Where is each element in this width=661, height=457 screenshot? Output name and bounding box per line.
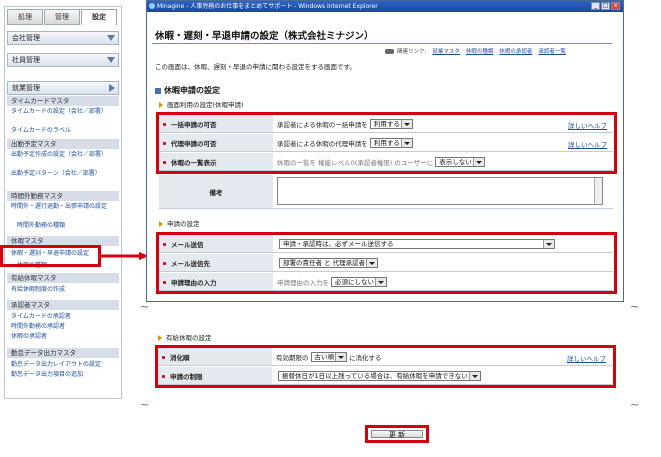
break-mark: ~ — [630, 398, 640, 411]
nav-section-paid-leave: 有給休暇マスタ — [7, 273, 119, 283]
subhead-usage: 画面利用の設定(休暇申請) — [159, 99, 244, 109]
arrow-right-icon — [101, 252, 149, 260]
nav-link[interactable]: 有給休暇制度の作成 — [11, 286, 115, 294]
nav-link[interactable]: 時間外勤務の種類 — [17, 222, 121, 230]
break-mark: ~ — [140, 300, 150, 313]
nav-link[interactable]: 出勤予定パターン（会社／部署） — [11, 170, 115, 178]
nav-section-overtime: 時間外勤務マスタ — [7, 191, 119, 201]
nav-link[interactable]: 勤怠データ出力項目の追加 — [11, 371, 115, 379]
related-links: 関連リンク: 就業マスタ 休暇の種類 休暇の承認者 承認者一覧 — [385, 47, 566, 55]
nav-section-schedule: 出勤予定マスタ — [7, 139, 119, 149]
nav-link[interactable]: タイムカードのラベル — [11, 127, 115, 135]
highlight-box-request — [156, 232, 617, 294]
close-button[interactable]: × — [611, 2, 620, 10]
nav-link[interactable]: 休暇の承認者 — [11, 333, 115, 341]
row-label-text: 備考 — [209, 188, 223, 197]
left-navigation: 処理 管理 設定 会社管理 社員管理 就業管理 タイムカードマスタ タイムカード… — [4, 6, 122, 399]
menu-attendance[interactable]: 就業管理 — [7, 81, 119, 95]
nav-link[interactable]: 勤怠データ出力レイアウトの設定 — [11, 361, 115, 369]
menu-employee-label: 社員管理 — [12, 56, 40, 64]
tab-manage[interactable]: 管理 — [44, 9, 80, 25]
menu-attendance-label: 就業管理 — [12, 84, 40, 92]
related-link-leave-types[interactable]: 休暇の種類 — [466, 49, 494, 55]
section-title-text: 休暇申請の設定 — [164, 86, 220, 95]
menu-company[interactable]: 会社管理 — [7, 31, 119, 45]
nav-section-approver: 承認者マスタ — [7, 300, 119, 310]
menu-company-label: 会社管理 — [12, 34, 40, 42]
chevron-right-icon — [109, 84, 115, 92]
nav-link[interactable]: 時間外・遅行退勤・出張申請の設定 — [11, 203, 115, 211]
chevron-down-icon — [107, 35, 115, 41]
menu-employee[interactable]: 社員管理 — [7, 53, 119, 67]
highlight-box-paid — [155, 345, 616, 388]
break-mark: ~ — [140, 398, 150, 411]
scrollbar[interactable] — [594, 178, 602, 204]
window-titlebar: Minagine - 人事労務のお仕事をまとめてサポート - Windows I… — [147, 1, 623, 12]
related-link-leave-approver[interactable]: 休暇の承認者 — [499, 49, 532, 55]
ie-logo-icon — [149, 3, 155, 9]
row-note: 備考 — [159, 175, 613, 209]
related-label: 関連リンク: — [397, 49, 427, 55]
nav-link[interactable]: タイムカードの設定（会社／部署） — [11, 108, 115, 116]
glasses-icon — [385, 49, 394, 54]
nav-section-timecard: タイムカードマスタ — [7, 96, 119, 106]
subhead-request: 申請の設定 — [159, 218, 200, 228]
section-icon — [155, 87, 161, 94]
related-link-approver-list[interactable]: 承認者一覧 — [538, 49, 566, 55]
nav-link[interactable]: タイムカードの承認者 — [11, 313, 115, 321]
nav-link[interactable]: 時間外勤務の承認者 — [11, 323, 115, 331]
note-textarea[interactable] — [277, 177, 603, 205]
section-title: 休暇申請の設定 — [155, 85, 220, 96]
update-button-highlight: 更 新 — [365, 425, 429, 443]
update-button[interactable]: 更 新 — [371, 430, 423, 439]
intro-text: この画面は、休暇、遅刻・早退の申請に関わる設定をする画面です。 — [155, 63, 356, 71]
paid-leave-panel: 有給休暇の設定 消化順 有効期限の 古い順 に消化する 詳しいヘルプ 申請の制限… — [146, 318, 624, 402]
page-title: 休暇・遅刻・早退申請の設定（株式会社ミナジン） — [155, 31, 374, 42]
related-link-master[interactable]: 就業マスタ — [432, 49, 460, 55]
nav-highlight-box — [0, 245, 101, 267]
nav-section-export: 勤怠データ出力マスタ — [7, 348, 119, 358]
maximize-button[interactable]: □ — [601, 2, 610, 10]
browser-window: Minagine - 人事労務のお仕事をまとめてサポート - Windows I… — [146, 0, 624, 302]
nav-tabs: 処理 管理 設定 — [7, 9, 119, 25]
tab-settings[interactable]: 設定 — [81, 9, 117, 25]
highlight-box-usage — [156, 112, 617, 174]
title-divider — [152, 43, 612, 44]
break-mark: ~ — [630, 300, 640, 313]
subhead-paid: 有給休暇の設定 — [158, 332, 212, 342]
nav-link[interactable]: 出勤予定作成の設定（会社／部署） — [11, 151, 115, 159]
window-title: Minagine - 人事労務のお仕事をまとめてサポート - Windows I… — [157, 3, 378, 10]
minimize-button[interactable]: _ — [591, 2, 600, 10]
tab-process[interactable]: 処理 — [7, 9, 43, 25]
chevron-down-icon — [107, 57, 115, 63]
row-label: 備考 — [159, 175, 273, 208]
